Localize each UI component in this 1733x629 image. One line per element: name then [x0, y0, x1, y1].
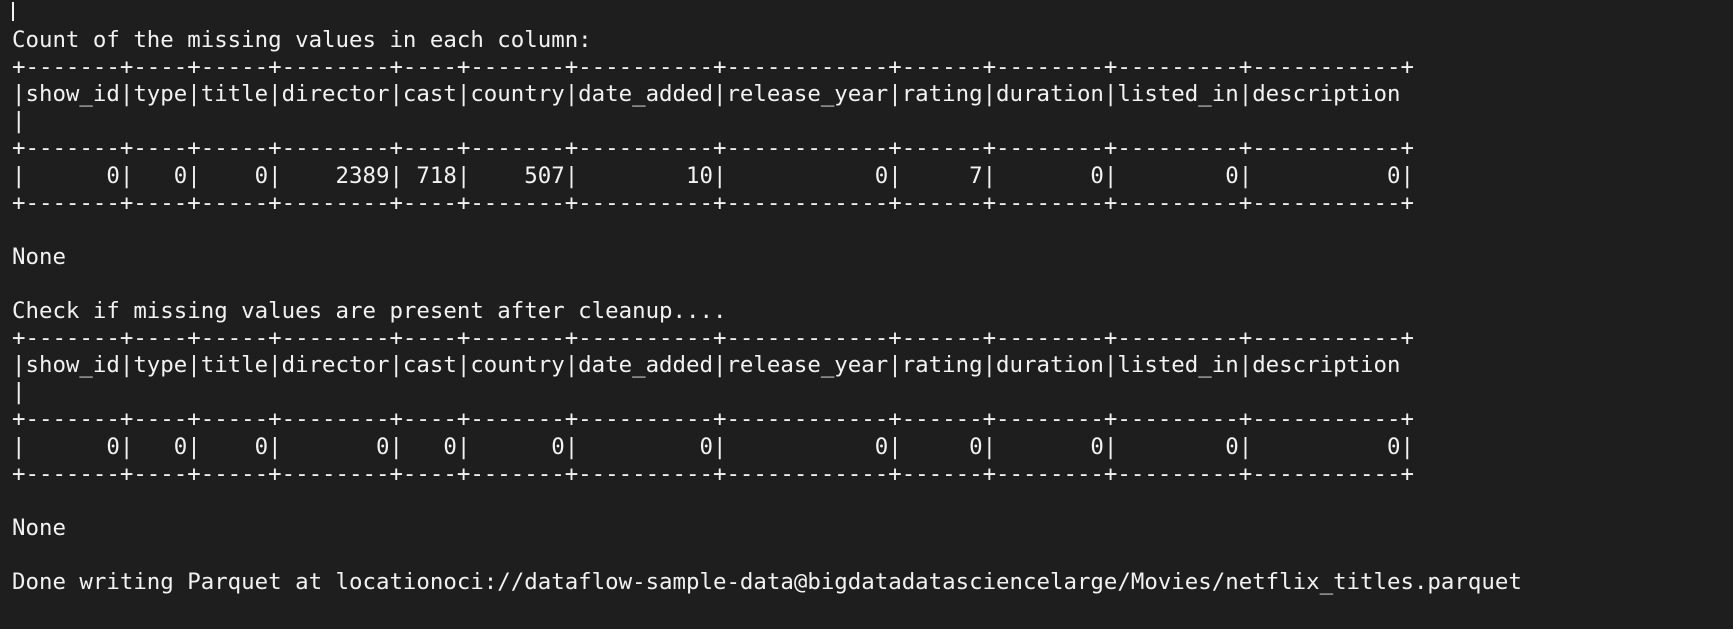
- table-border: +-------+----+-----+--------+----+------…: [12, 54, 1414, 81]
- table-row: | 0| 0| 0| 0| 0| 0| 0| 0| 0| 0| 0| 0|: [12, 433, 1414, 460]
- table-border: +-------+----+-----+--------+----+------…: [12, 189, 1414, 216]
- parquet-write-message: Done writing Parquet at locationoci://da…: [12, 568, 1522, 595]
- table-border: +-------+----+-----+--------+----+------…: [12, 406, 1414, 433]
- table-header-wrap: |: [12, 379, 26, 406]
- table-border: +-------+----+-----+--------+----+------…: [12, 325, 1414, 352]
- section-heading-missing-counts: Count of the missing values in each colu…: [12, 27, 592, 54]
- table-header-wrap: |: [12, 108, 26, 135]
- section-heading-after-cleanup: Check if missing values are present afte…: [12, 298, 727, 325]
- none-output: None: [12, 514, 66, 541]
- none-output: None: [12, 243, 66, 270]
- table-border: +-------+----+-----+--------+----+------…: [12, 135, 1414, 162]
- terminal-output[interactable]: Count of the missing values in each colu…: [12, 0, 1727, 629]
- table-border: +-------+----+-----+--------+----+------…: [12, 460, 1414, 487]
- table-header-row: |show_id|type|title|director|cast|countr…: [12, 81, 1401, 108]
- text-cursor: [12, 2, 14, 21]
- table-header-row: |show_id|type|title|director|cast|countr…: [12, 352, 1401, 379]
- table-row: | 0| 0| 0| 2389| 718| 507| 10| 0| 7| 0| …: [12, 162, 1414, 189]
